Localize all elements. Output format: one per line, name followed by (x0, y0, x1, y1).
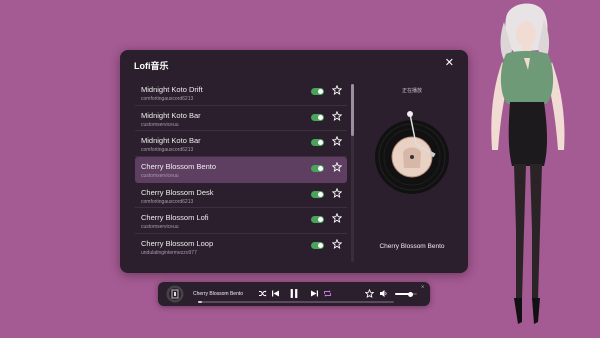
toggle-knob (318, 166, 323, 172)
next-icon[interactable] (310, 289, 319, 298)
player-close-icon[interactable]: ✕ (421, 284, 424, 289)
song-list: Midnight Koto Drift comfortingauxcord621… (135, 80, 347, 264)
song-title: Midnight Koto Bar (141, 110, 201, 120)
song-artist: customserviceuu (141, 224, 179, 231)
star-icon[interactable] (332, 110, 342, 121)
star-icon[interactable] (332, 85, 342, 95)
song-row[interactable]: Midnight Koto Drift comfortingauxcord621… (135, 80, 347, 106)
scrollbar-thumb[interactable] (351, 84, 354, 136)
vinyl-record-icon (375, 111, 449, 194)
song-row[interactable]: Cherry Blossom Loop undulatingintermezzo… (135, 234, 347, 260)
close-icon[interactable]: ✕ (445, 57, 454, 69)
song-artist: comfortingauxcord6213 (141, 147, 194, 154)
song-toggle[interactable] (311, 88, 324, 95)
song-toggle[interactable] (311, 190, 324, 198)
song-row[interactable]: Midnight Koto Bar comfortingauxcord6213 (135, 131, 347, 158)
song-toggle[interactable] (311, 113, 324, 121)
now-playing-title: Cherry Blossom Bento (379, 243, 445, 250)
repeat-icon[interactable] (323, 289, 332, 298)
song-row[interactable]: Midnight Koto Bar customserviceuu (135, 106, 347, 132)
song-artist: customserviceuu (141, 121, 179, 128)
toggle-knob (318, 243, 323, 249)
progress-fill (198, 301, 202, 303)
volume-knob[interactable] (407, 291, 413, 297)
song-title: Cherry Blossom Bento (141, 162, 217, 172)
previous-icon[interactable] (271, 289, 280, 298)
song-toggle[interactable] (311, 216, 324, 224)
now-playing-label: 正在播放 (401, 88, 422, 94)
toggle-knob (318, 89, 323, 94)
song-row[interactable]: Cherry Blossom Lofi customserviceuu (135, 208, 347, 235)
star-icon[interactable] (332, 239, 342, 250)
song-artist: comfortingauxcord6213 (141, 198, 194, 205)
star-icon[interactable] (332, 187, 342, 198)
progress-bar[interactable] (198, 301, 394, 303)
toggle-knob (318, 140, 323, 146)
toggle-knob (318, 114, 323, 120)
album-art-icon[interactable] (166, 285, 184, 303)
star-icon[interactable] (332, 213, 342, 224)
panel-title: Lofi音乐 (134, 61, 169, 71)
star-icon[interactable] (332, 162, 342, 173)
song-toggle[interactable] (311, 139, 324, 147)
song-artist: undulatingintermezzo977 (141, 250, 197, 257)
song-artist: comfortingauxcord6213 (141, 96, 194, 102)
song-row[interactable]: Cherry Blossom Desk comfortingauxcord621… (135, 183, 347, 209)
mini-player: Cherry Blossom Bento ✕ (158, 282, 430, 306)
panel-header: Lofi音乐 ✕ (120, 50, 468, 78)
player-song-title: Cherry Blossom Bento (193, 291, 244, 297)
song-title: Midnight Koto Bar (141, 136, 201, 146)
song-title: Midnight Koto Drift (141, 85, 203, 94)
volume-icon[interactable] (379, 289, 388, 298)
song-title: Cherry Blossom Desk (141, 187, 214, 197)
song-toggle[interactable] (311, 165, 324, 173)
song-title: Cherry Blossom Lofi (141, 213, 209, 223)
pause-icon[interactable] (289, 288, 299, 299)
song-toggle[interactable] (311, 242, 324, 250)
toggle-knob (318, 191, 323, 197)
toggle-knob (318, 217, 323, 223)
song-row-active[interactable]: Cherry Blossom Bento customserviceuu (135, 157, 347, 183)
character-illustration (491, 3, 565, 324)
list-scrollbar[interactable] (351, 84, 354, 262)
shuffle-icon[interactable] (258, 289, 267, 298)
star-icon[interactable] (365, 289, 374, 298)
star-icon[interactable] (332, 136, 342, 147)
song-title: Cherry Blossom Loop (141, 239, 214, 249)
song-artist: customserviceuu (141, 173, 179, 180)
volume-slider[interactable] (395, 291, 417, 297)
